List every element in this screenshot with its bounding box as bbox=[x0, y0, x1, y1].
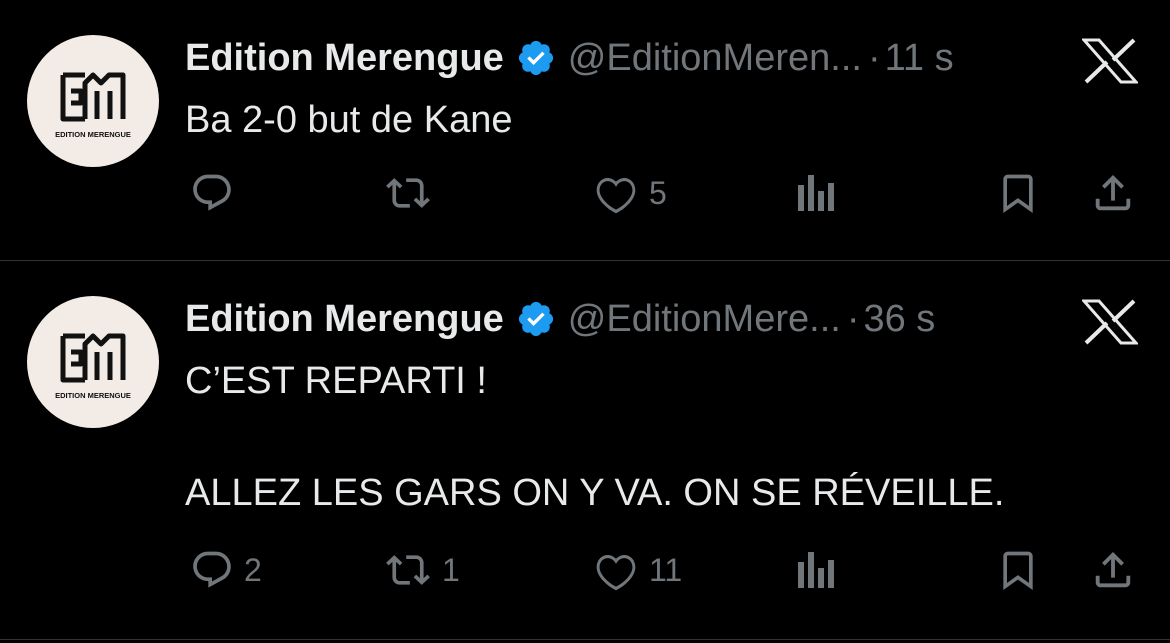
separator-dot: · bbox=[846, 297, 860, 340]
bookmark-button[interactable] bbox=[996, 168, 1040, 218]
verified-badge-icon[interactable] bbox=[516, 38, 556, 78]
heart-icon bbox=[593, 171, 639, 215]
timestamp[interactable]: 36 s bbox=[863, 298, 935, 341]
bookmark-icon bbox=[996, 171, 1040, 215]
reply-icon bbox=[190, 548, 234, 592]
x-logo-icon bbox=[1080, 38, 1140, 84]
share-icon bbox=[1090, 547, 1136, 593]
tweet-actions: 2 1 11 bbox=[0, 545, 1170, 595]
reply-button[interactable]: 2 bbox=[190, 545, 262, 595]
timestamp[interactable]: 11 s bbox=[885, 37, 954, 80]
reply-icon bbox=[190, 171, 234, 215]
repost-button[interactable] bbox=[384, 168, 442, 218]
handle[interactable]: @EditionMere... bbox=[568, 298, 841, 341]
reply-button[interactable] bbox=[190, 168, 244, 218]
views-button[interactable] bbox=[796, 168, 846, 218]
share-button[interactable] bbox=[1090, 545, 1136, 595]
repost-count: 1 bbox=[442, 551, 460, 588]
edition-merengue-logo: EDITION MERENGUE bbox=[55, 333, 131, 400]
tweet-actions: 5 bbox=[0, 168, 1170, 218]
edition-merengue-logo: EDITION MERENGUE bbox=[55, 72, 131, 139]
svg-text:EDITION MERENGUE: EDITION MERENGUE bbox=[55, 391, 131, 400]
tweet-text: C’EST REPARTI ! ALLEZ LES GARS ON Y VA. … bbox=[185, 360, 1005, 514]
repost-icon bbox=[384, 548, 432, 592]
display-name[interactable]: Edition Merengue bbox=[185, 298, 504, 341]
avatar[interactable]: EDITION MERENGUE bbox=[27, 296, 159, 428]
like-button[interactable]: 5 bbox=[593, 168, 667, 218]
svg-text:EDITION MERENGUE: EDITION MERENGUE bbox=[55, 130, 131, 139]
x-logo-icon bbox=[1080, 299, 1140, 345]
views-icon bbox=[796, 548, 836, 592]
tweet[interactable]: EDITION MERENGUE Edition Merengue @Editi… bbox=[0, 0, 1170, 260]
verified-badge-icon[interactable] bbox=[516, 299, 556, 339]
like-count: 5 bbox=[649, 174, 667, 211]
like-count: 11 bbox=[649, 551, 683, 588]
bookmark-button[interactable] bbox=[996, 545, 1040, 595]
repost-button[interactable]: 1 bbox=[384, 545, 460, 595]
views-icon bbox=[796, 171, 836, 215]
divider bbox=[0, 639, 1170, 640]
views-button[interactable] bbox=[796, 545, 846, 595]
heart-icon bbox=[593, 548, 639, 592]
tweet-text: Ba 2-0 but de Kane bbox=[185, 99, 513, 141]
reply-count: 2 bbox=[244, 551, 262, 588]
avatar[interactable]: EDITION MERENGUE bbox=[27, 35, 159, 167]
like-button[interactable]: 11 bbox=[593, 545, 682, 595]
separator-dot: · bbox=[867, 36, 881, 79]
share-button[interactable] bbox=[1090, 168, 1136, 218]
bookmark-icon bbox=[996, 548, 1040, 592]
display-name[interactable]: Edition Merengue bbox=[185, 37, 504, 80]
handle[interactable]: @EditionMeren... bbox=[568, 37, 862, 80]
repost-icon bbox=[384, 171, 432, 215]
share-icon bbox=[1090, 170, 1136, 216]
tweet-header: Edition Merengue @EditionMeren... · 11 s bbox=[185, 34, 954, 82]
tweet[interactable]: EDITION MERENGUE Edition Merengue @Editi… bbox=[0, 261, 1170, 639]
tweet-header: Edition Merengue @EditionMere... · 36 s bbox=[185, 295, 935, 343]
